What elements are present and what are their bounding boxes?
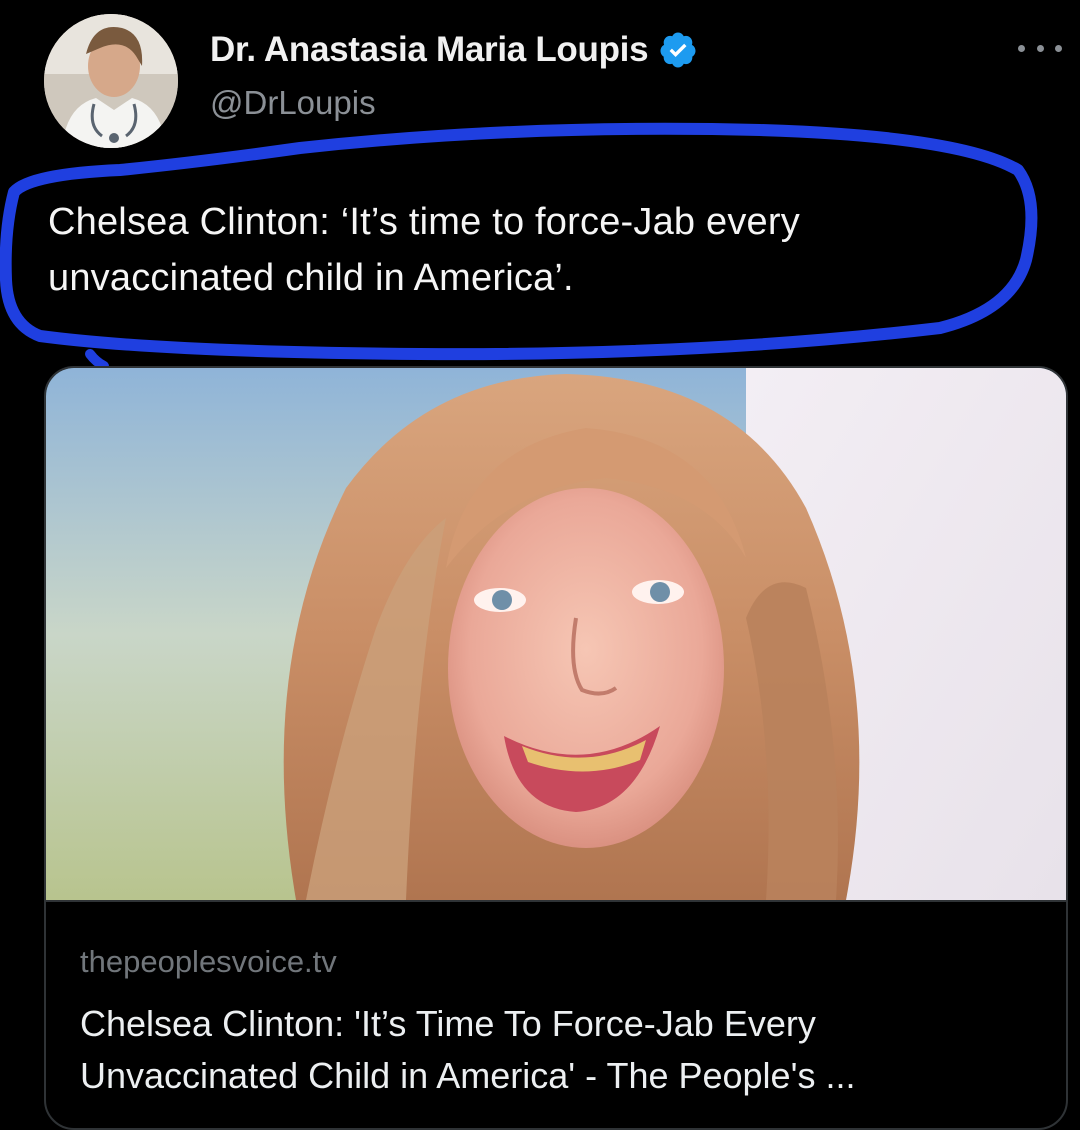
tweet-text: Chelsea Clinton: ‘It’s time to force-Jab… <box>48 194 1008 306</box>
link-preview-image <box>46 368 1066 900</box>
author-avatar[interactable] <box>44 14 178 148</box>
verified-badge-icon <box>660 32 696 68</box>
tweet: Dr. Anastasia Maria Loupis @DrLoupis Che… <box>0 0 1080 1130</box>
tweet-text-line: Chelsea Clinton: ‘It’s time to force-Jab… <box>48 201 800 243</box>
card-divider <box>46 900 1066 902</box>
avatar-photo <box>44 14 178 148</box>
link-domain: thepeoplesvoice.tv <box>80 944 337 979</box>
link-title: Chelsea Clinton: 'It’s Time To Force-Jab… <box>80 998 1040 1102</box>
more-dot <box>1055 44 1062 52</box>
author-display-name[interactable]: Dr. Anastasia Maria Loupis <box>210 30 649 70</box>
more-dot <box>1018 44 1025 52</box>
link-title-line: Unvaccinated Child in America' - The Peo… <box>80 1055 856 1096</box>
author-handle[interactable]: @DrLoupis <box>210 84 376 122</box>
more-dot <box>1036 44 1044 52</box>
link-preview-card[interactable]: thepeoplesvoice.tv Chelsea Clinton: 'It’… <box>44 366 1068 1130</box>
more-options-icon[interactable] <box>1018 38 1062 58</box>
tweet-text-line: unvaccinated child in America’. <box>48 257 574 299</box>
author-name-row: Dr. Anastasia Maria Loupis <box>210 30 698 70</box>
link-title-line: Chelsea Clinton: 'It’s Time To Force-Jab… <box>80 1003 816 1044</box>
